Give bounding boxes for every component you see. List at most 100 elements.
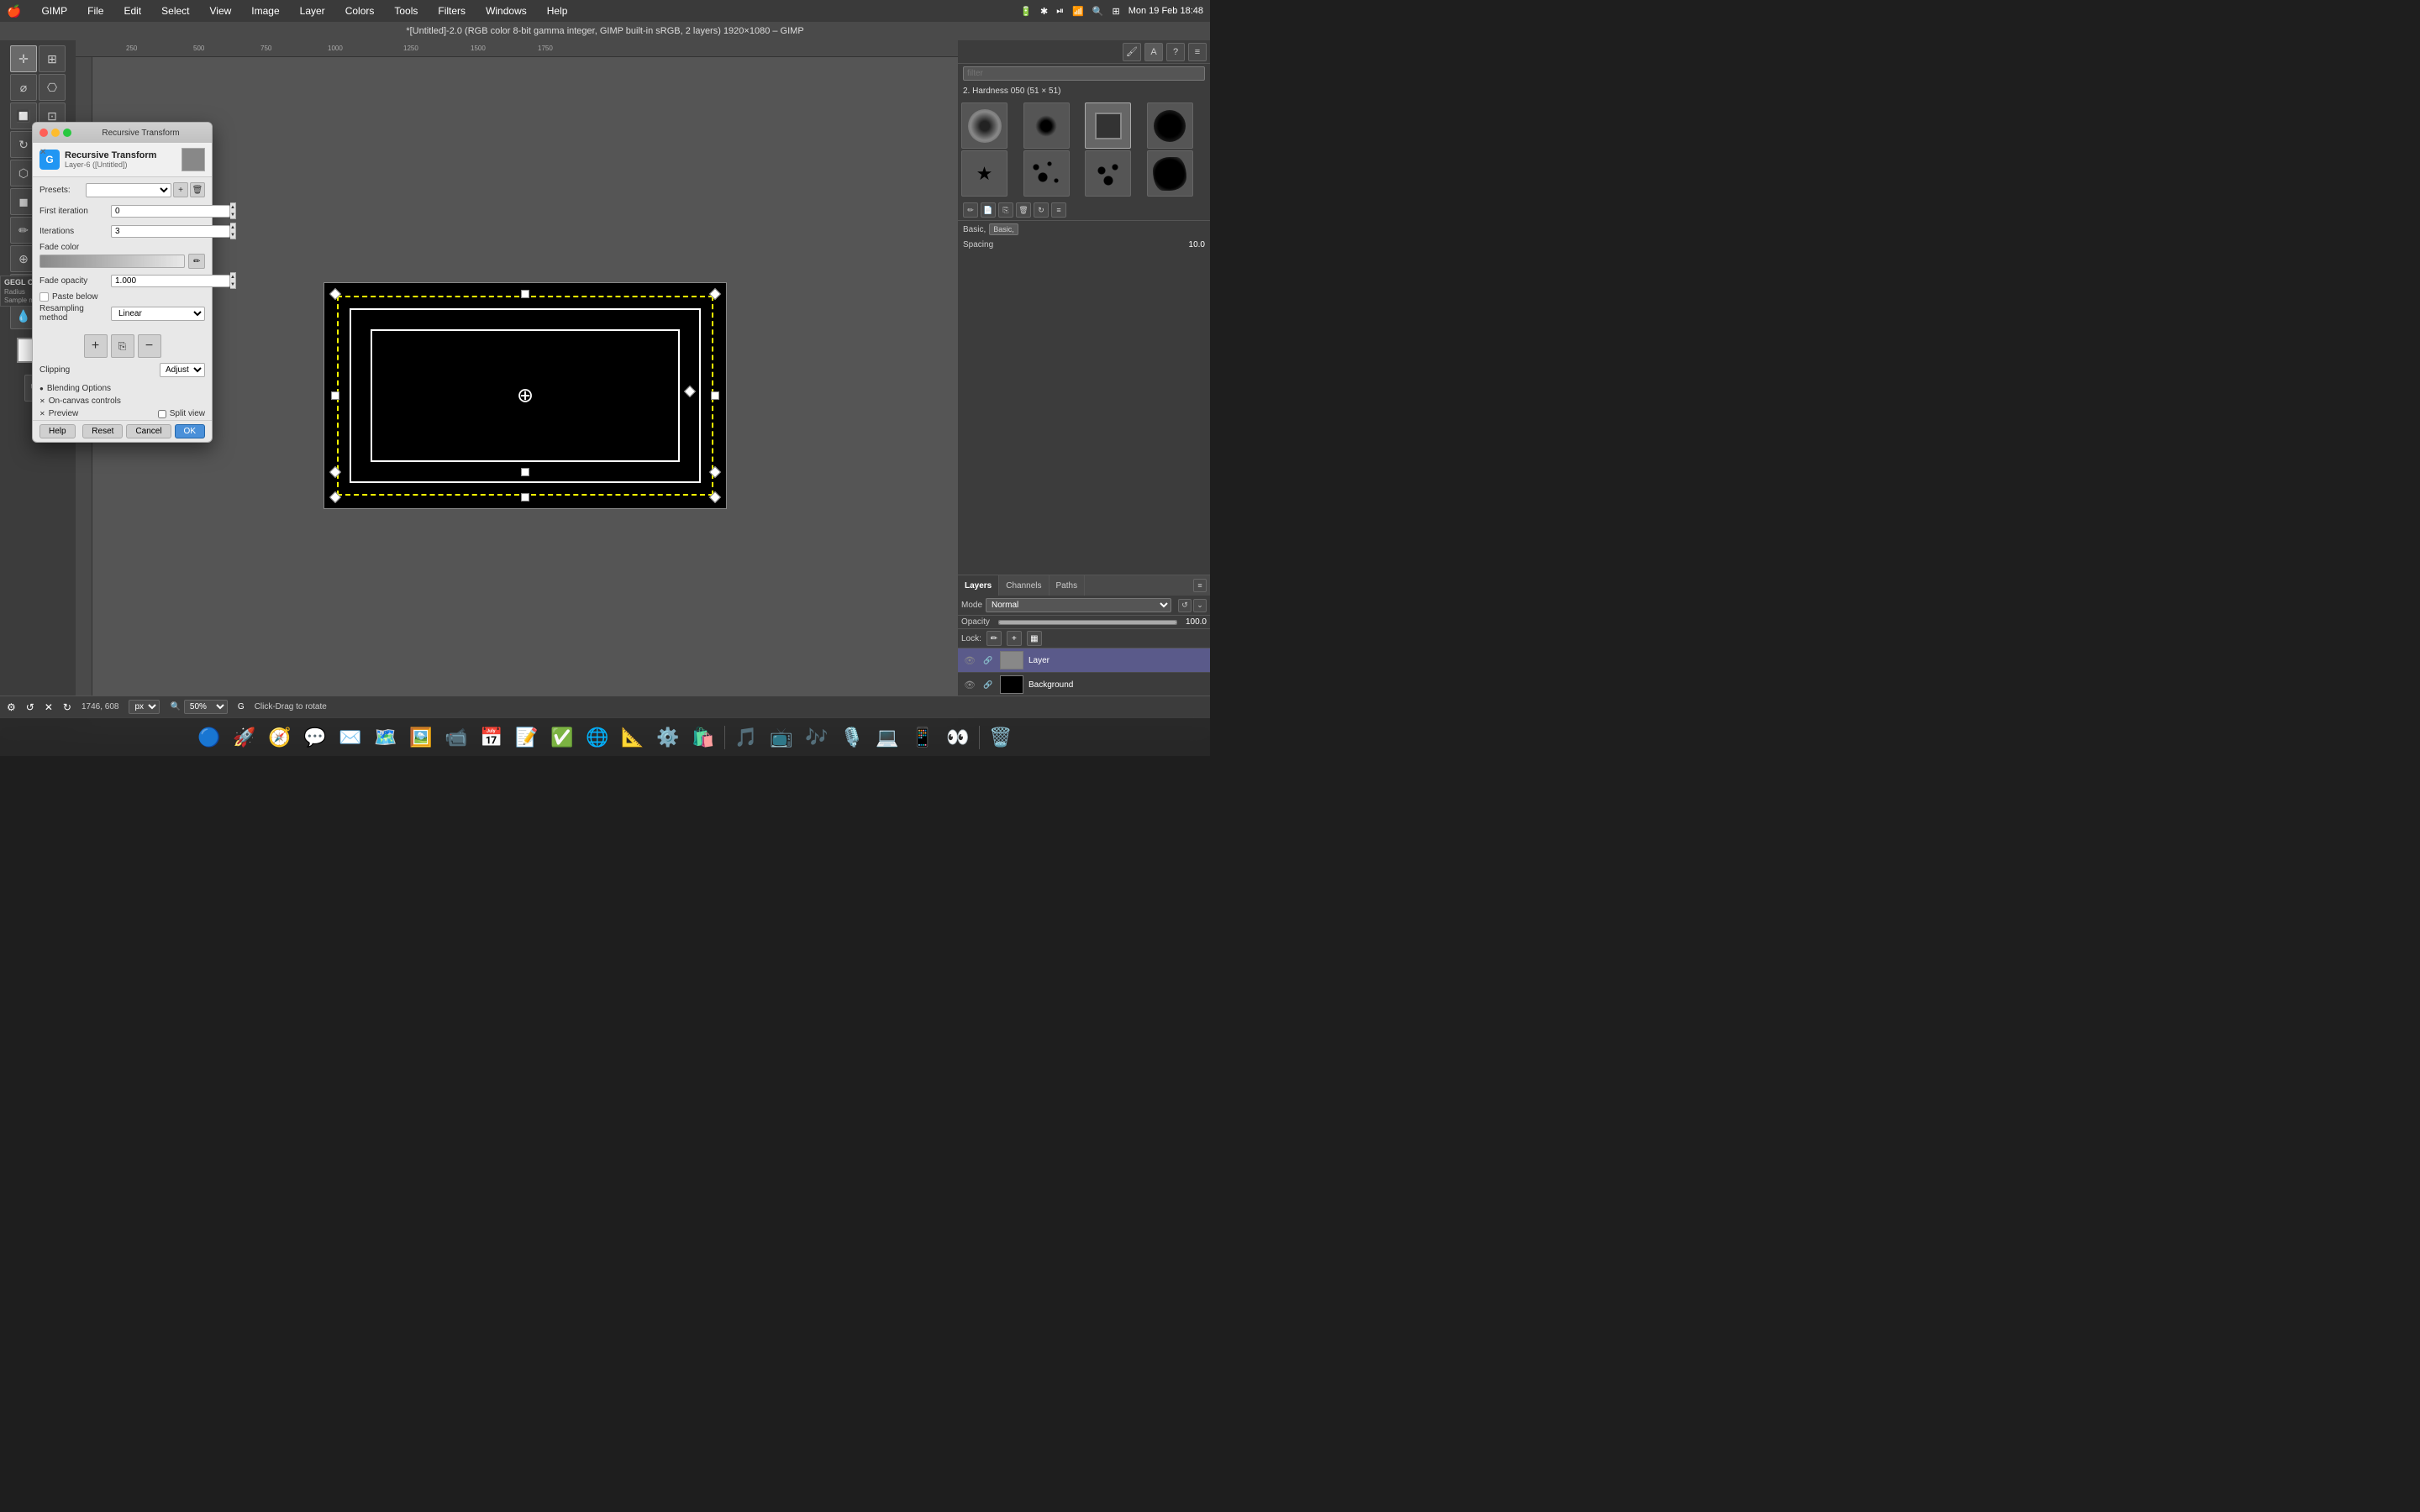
spotify-icon[interactable]: 🎵 bbox=[730, 722, 762, 753]
handle-extra-1[interactable] bbox=[329, 466, 341, 478]
handle-tm[interactable] bbox=[521, 290, 529, 298]
patterns-tab-icon[interactable]: A bbox=[1144, 43, 1163, 61]
brush-dup-icon[interactable]: ⎘ bbox=[998, 202, 1013, 218]
appletv-icon[interactable]: 📺 bbox=[765, 722, 797, 753]
layer-visibility-1[interactable]: 👁 bbox=[963, 654, 976, 667]
panel-menu-icon[interactable]: ≡ bbox=[1188, 43, 1207, 61]
move-tool[interactable]: ✛ bbox=[10, 45, 37, 72]
brush-item-7[interactable] bbox=[1085, 150, 1131, 197]
search-icon[interactable]: 🔍 bbox=[1092, 6, 1104, 17]
close-button[interactable] bbox=[39, 129, 48, 137]
reset-button[interactable]: Reset bbox=[82, 424, 123, 438]
zoom-select[interactable]: 50% 100% 25% bbox=[184, 700, 228, 714]
lock-pixels-btn[interactable]: ✏ bbox=[986, 631, 1002, 646]
launchpad-icon[interactable]: 🚀 bbox=[229, 722, 260, 753]
handle-rm[interactable] bbox=[711, 391, 719, 400]
menu-select[interactable]: Select bbox=[158, 3, 192, 18]
layer-mode-menu[interactable]: ⌄ bbox=[1193, 599, 1207, 612]
split-view-checkbox[interactable] bbox=[158, 410, 166, 418]
brush-new-icon[interactable]: 📄 bbox=[981, 202, 996, 218]
lock-alpha-btn[interactable]: ▦ bbox=[1027, 631, 1042, 646]
align-tool[interactable]: ⊞ bbox=[39, 45, 66, 72]
first-iteration-spinner[interactable]: ▲ ▼ bbox=[230, 202, 236, 219]
fade-color-bar[interactable] bbox=[39, 255, 185, 268]
mode-select[interactable]: Normal Multiply Screen bbox=[986, 598, 1171, 612]
presets-select[interactable] bbox=[86, 183, 171, 197]
iterations-input[interactable] bbox=[111, 225, 230, 238]
chrome-icon[interactable]: 🌐 bbox=[581, 722, 613, 753]
handle-extra-3[interactable] bbox=[709, 466, 721, 478]
freeform-icon[interactable]: 📐 bbox=[617, 722, 649, 753]
photos-icon[interactable]: 🖼️ bbox=[405, 722, 437, 753]
calendar-icon[interactable]: 📅 bbox=[476, 722, 508, 753]
brush-item-8[interactable] bbox=[1147, 150, 1193, 197]
resampling-select[interactable]: Linear Cubic None bbox=[111, 307, 205, 321]
menu-file[interactable]: File bbox=[84, 3, 107, 18]
layer-row[interactable]: 👁 🔗 Layer bbox=[958, 648, 1210, 673]
fade-opacity-spinner[interactable]: ▲ ▼ bbox=[230, 272, 236, 289]
eyes-icon[interactable]: 👀 bbox=[942, 722, 974, 753]
blending-options-row[interactable]: ● Blending Options bbox=[33, 382, 212, 395]
handle-extra-2[interactable] bbox=[521, 468, 529, 476]
brush-item-2[interactable] bbox=[1023, 102, 1070, 149]
layer-visibility-2[interactable]: 👁 bbox=[963, 678, 976, 691]
unit-select[interactable]: px bbox=[129, 700, 160, 714]
vscode-icon[interactable]: 💻 bbox=[871, 722, 903, 753]
trash-icon[interactable]: 🗑️ bbox=[985, 722, 1017, 753]
help-button[interactable]: Help bbox=[39, 424, 76, 438]
lock-position-btn[interactable]: + bbox=[1007, 631, 1022, 646]
tab-layers[interactable]: Layers bbox=[958, 575, 999, 596]
apple-menu[interactable]: 🍎 bbox=[7, 4, 21, 18]
brush-item-4[interactable] bbox=[1147, 102, 1193, 149]
status-icon-2[interactable]: ↺ bbox=[26, 701, 34, 713]
menu-view[interactable]: View bbox=[207, 3, 235, 18]
brush-item-5[interactable]: ★ bbox=[961, 150, 1007, 197]
layer-mode-reset[interactable]: ↺ bbox=[1178, 599, 1192, 612]
menu-layer[interactable]: Layer bbox=[297, 3, 329, 18]
brush-filter-input[interactable] bbox=[963, 66, 1205, 81]
brush-del-icon[interactable]: 🗑 bbox=[1016, 202, 1031, 218]
layers-menu-icon[interactable]: ≡ bbox=[1193, 579, 1207, 592]
maximize-button[interactable] bbox=[63, 129, 71, 137]
remove-action-btn[interactable]: − bbox=[138, 334, 161, 358]
first-iteration-input[interactable] bbox=[111, 205, 230, 218]
handle-bm[interactable] bbox=[521, 493, 529, 501]
status-icon-4[interactable]: ↻ bbox=[63, 701, 71, 713]
music-icon[interactable]: 🎶 bbox=[801, 722, 833, 753]
preview-row[interactable]: ✕ Preview Split view bbox=[33, 407, 212, 420]
preset-add-btn[interactable]: + bbox=[173, 182, 188, 197]
brush-more-icon[interactable]: ≡ bbox=[1051, 202, 1066, 218]
iterations-spinner[interactable]: ▲ ▼ bbox=[230, 223, 236, 239]
notes-icon[interactable]: 📝 bbox=[511, 722, 543, 753]
brush-item-1[interactable] bbox=[961, 102, 1007, 149]
messages-icon[interactable]: 💬 bbox=[299, 722, 331, 753]
minimize-button[interactable] bbox=[51, 129, 60, 137]
lasso-tool[interactable]: ⌀ bbox=[10, 74, 37, 101]
handle-bl[interactable] bbox=[329, 491, 341, 503]
fade-opacity-input[interactable] bbox=[111, 275, 230, 287]
mail-icon[interactable]: ✉️ bbox=[334, 722, 366, 753]
brush-settings-icon[interactable]: ✏ bbox=[963, 202, 978, 218]
layer-link-1[interactable]: 🔗 bbox=[981, 654, 995, 667]
preset-del-btn[interactable]: 🗑 bbox=[190, 182, 205, 197]
menu-image[interactable]: Image bbox=[248, 3, 282, 18]
tab-paths[interactable]: Paths bbox=[1050, 575, 1086, 596]
handle-tl[interactable] bbox=[329, 288, 341, 300]
finder-icon[interactable]: 🔵 bbox=[193, 722, 225, 753]
dialog-close-x[interactable]: ✕ bbox=[39, 148, 46, 157]
fade-color-end-btn[interactable]: ✏ bbox=[188, 254, 205, 269]
layer-link-2[interactable]: 🔗 bbox=[981, 678, 995, 691]
status-icon-1[interactable]: ⚙ bbox=[7, 701, 16, 713]
menu-filters[interactable]: Filters bbox=[434, 3, 469, 18]
paste-below-checkbox[interactable] bbox=[39, 292, 49, 302]
reminders-icon[interactable]: ✅ bbox=[546, 722, 578, 753]
brush-refresh-icon[interactable]: ↻ bbox=[1034, 202, 1049, 218]
tab-channels[interactable]: Channels bbox=[999, 575, 1049, 596]
clipping-select[interactable]: Adjust Clip bbox=[160, 363, 205, 377]
handle-lm[interactable] bbox=[331, 391, 339, 400]
menu-tools[interactable]: Tools bbox=[391, 3, 421, 18]
add-action-btn[interactable]: + bbox=[84, 334, 108, 358]
ok-button[interactable]: OK bbox=[175, 424, 205, 438]
facetime-icon[interactable]: 📹 bbox=[440, 722, 472, 753]
handle-br[interactable] bbox=[709, 491, 721, 503]
